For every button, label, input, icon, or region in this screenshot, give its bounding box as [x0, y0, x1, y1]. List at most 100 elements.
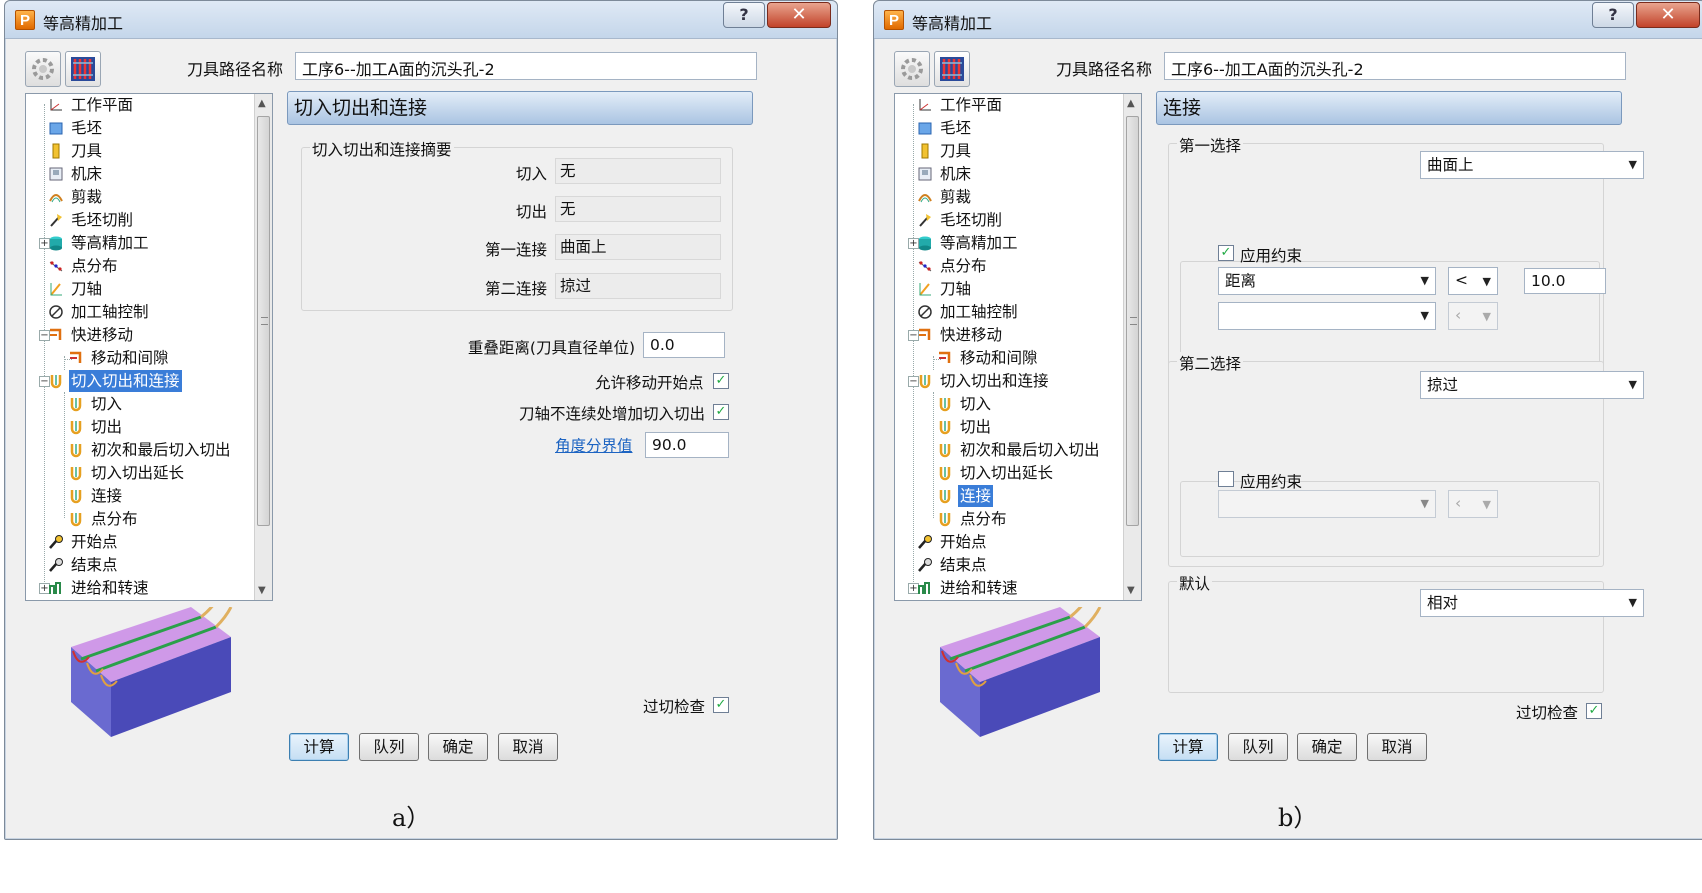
constraint-operator-3-select[interactable]: ‹ ▼ [1448, 490, 1498, 518]
queue-button[interactable]: 队列 [359, 733, 419, 761]
settings-wheel-button[interactable] [25, 51, 61, 87]
tree-item-end-point[interactable]: 结束点 [48, 554, 120, 576]
scroll-thumb[interactable] [1126, 116, 1139, 526]
default-select[interactable]: 相对 ▼ [1420, 589, 1644, 617]
constraint-operator-select[interactable]: < ▼ [1448, 267, 1498, 295]
tree-item-feeds-speeds[interactable]: 进给和转速 [48, 577, 151, 599]
tree-item-lead-out[interactable]: 切出 [68, 416, 124, 438]
tree-item-lead-in[interactable]: 切入 [68, 393, 124, 415]
close-button[interactable]: ✕ [767, 2, 831, 28]
toolpath-preview-button[interactable] [934, 51, 970, 87]
tree-item-lead-out[interactable]: 切出 [937, 416, 993, 438]
tree-item-tool[interactable]: 刀具 [48, 140, 104, 162]
tree-item-tool[interactable]: 刀具 [917, 140, 973, 162]
client-area: 刀具路径名称 工序6--加工A面的沉头孔-2 工作平面 毛坯 刀具 机床 剪裁 … [11, 39, 831, 833]
scroll-down-icon[interactable]: ▼ [258, 585, 266, 596]
constraint-value-input[interactable]: 10.0 [1524, 268, 1606, 294]
tree-item-axis-control[interactable]: 加工轴控制 [917, 301, 1020, 323]
tree-item-feeds-speeds[interactable]: 进给和转速 [917, 577, 1020, 599]
settings-wheel-button[interactable] [894, 51, 930, 87]
extensions-icon [939, 467, 951, 481]
tree-item-block[interactable]: 毛坯 [48, 117, 104, 139]
tree-item-point-distribution-2[interactable]: 点分布 [68, 508, 140, 530]
tree-item-first-last[interactable]: 初次和最后切入切出 [937, 439, 1102, 461]
overlap-input[interactable]: 0.0 [643, 332, 725, 358]
tree-item-links[interactable]: 连接 [68, 485, 124, 507]
toolpath-name-input[interactable]: 工序6--加工A面的沉头孔-2 [1164, 52, 1626, 80]
tree-item-trim[interactable]: 剪裁 [917, 186, 973, 208]
tree-item-point-distribution-2[interactable]: 点分布 [937, 508, 1009, 530]
tree-item-lead-in[interactable]: 切入 [937, 393, 993, 415]
tree-scrollbar[interactable]: ▲ ▼ [1123, 94, 1141, 600]
first-choice-select[interactable]: 曲面上 ▼ [1420, 151, 1644, 179]
tree-item-rapid-moves[interactable]: 快进移动 [917, 324, 1004, 346]
constraint-type-3-select[interactable]: ▼ [1218, 490, 1436, 518]
tree-scrollbar[interactable]: ▲ ▼ [254, 94, 272, 600]
ok-button[interactable]: 确定 [428, 733, 488, 761]
scroll-up-icon[interactable]: ▲ [258, 98, 266, 109]
tree-item-workplane[interactable]: 工作平面 [917, 94, 1004, 116]
tree-item-point-distribution[interactable]: 点分布 [917, 255, 989, 277]
scroll-thumb[interactable] [257, 116, 270, 526]
window-title: 等高精加工 [912, 14, 993, 33]
apply-constraint-checkbox[interactable]: ✓ [1218, 245, 1234, 261]
queue-button[interactable]: 队列 [1228, 733, 1288, 761]
tree-item-constant-z[interactable]: 等高精加工 [917, 232, 1020, 254]
tree-item-tool-axis[interactable]: 刀轴 [48, 278, 104, 300]
cancel-button[interactable]: 取消 [498, 733, 558, 761]
help-button[interactable]: ? [723, 2, 765, 28]
chevron-down-icon: ▼ [1628, 158, 1637, 171]
tree-item-extensions[interactable]: 切入切出延长 [937, 462, 1055, 484]
tree-item-stock-cut[interactable]: 毛坯切削 [917, 209, 1004, 231]
tree-item-tool-axis[interactable]: 刀轴 [917, 278, 973, 300]
tree-item-rapid-moves[interactable]: 快进移动 [48, 324, 135, 346]
chevron-down-icon: ▼ [1482, 498, 1491, 511]
tree-item-workplane[interactable]: 工作平面 [48, 94, 135, 116]
calculate-button[interactable]: 计算 [289, 733, 349, 761]
cancel-button[interactable]: 取消 [1367, 733, 1427, 761]
tree-item-links[interactable]: 连接 [937, 485, 994, 507]
tree-item-moves-gaps[interactable]: 移动和间隙 [68, 347, 171, 369]
second-choice-select[interactable]: 掠过 ▼ [1420, 371, 1644, 399]
lead-in-value: 无 [555, 158, 721, 184]
point-distribution-icon [939, 513, 951, 527]
axis-discontinuity-checkbox[interactable]: ✓ [713, 404, 729, 420]
tree-item-machine[interactable]: 机床 [48, 163, 104, 185]
scroll-down-icon[interactable]: ▼ [1127, 585, 1135, 596]
angle-threshold-input[interactable]: 90.0 [645, 432, 729, 458]
angle-threshold-link[interactable]: 角度分界值 [555, 434, 633, 456]
toolpath-preview-button[interactable] [65, 51, 101, 87]
calculate-button[interactable]: 计算 [1158, 733, 1218, 761]
apply-constraint-2-checkbox[interactable]: ✓ [1218, 471, 1234, 487]
tree-item-block[interactable]: 毛坯 [917, 117, 973, 139]
tree-item-point-distribution[interactable]: 点分布 [48, 255, 120, 277]
gouge-check-checkbox[interactable]: ✓ [1586, 703, 1602, 719]
dialog-a: P 等高精加工 ? ✕ 刀具路径名称 工序6--加工A面的沉头孔-2 工作平面 … [4, 0, 838, 840]
tree-item-first-last[interactable]: 初次和最后切入切出 [68, 439, 233, 461]
tree-item-constant-z[interactable]: 等高精加工 [48, 232, 151, 254]
links-icon [939, 490, 951, 504]
tree-item-start-point[interactable]: 开始点 [48, 531, 120, 553]
help-button[interactable]: ? [1592, 2, 1634, 28]
tree-item-trim[interactable]: 剪裁 [48, 186, 104, 208]
allow-move-start-checkbox[interactable]: ✓ [713, 373, 729, 389]
gouge-check-checkbox[interactable]: ✓ [713, 697, 729, 713]
constraint-operator-2-select[interactable]: ‹ ▼ [1448, 302, 1498, 330]
close-button[interactable]: ✕ [1636, 2, 1700, 28]
tree-item-leads-links[interactable]: 切入切出和连接 [917, 370, 1051, 392]
tree-item-stock-cut[interactable]: 毛坯切削 [48, 209, 135, 231]
tree-item-extensions[interactable]: 切入切出延长 [68, 462, 186, 484]
allow-move-start-label: 允许移动开始点 [595, 374, 704, 392]
tree-item-leads-links[interactable]: 切入切出和连接 [48, 370, 182, 392]
tree-item-axis-control[interactable]: 加工轴控制 [48, 301, 151, 323]
constraint-type-2-select[interactable]: ▼ [1218, 302, 1436, 330]
constraint-type-select[interactable]: 距离 ▼ [1218, 267, 1436, 295]
lead-out-icon [939, 421, 951, 435]
tree-item-moves-gaps[interactable]: 移动和间隙 [937, 347, 1040, 369]
tree-item-machine[interactable]: 机床 [917, 163, 973, 185]
ok-button[interactable]: 确定 [1297, 733, 1357, 761]
tree-item-end-point[interactable]: 结束点 [917, 554, 989, 576]
scroll-up-icon[interactable]: ▲ [1127, 98, 1135, 109]
tree-item-start-point[interactable]: 开始点 [917, 531, 989, 553]
toolpath-name-input[interactable]: 工序6--加工A面的沉头孔-2 [295, 52, 757, 80]
